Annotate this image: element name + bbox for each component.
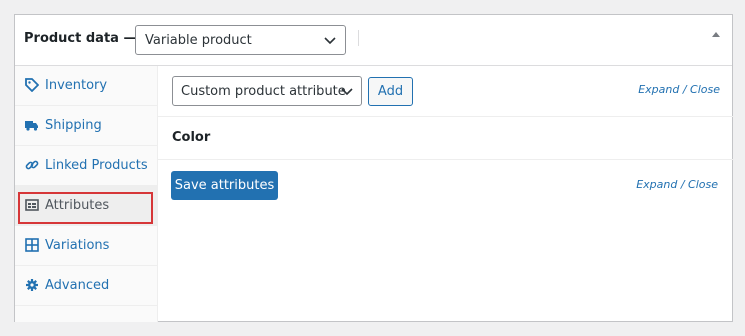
link-icon bbox=[25, 160, 39, 170]
expand-close-link-bottom[interactable]: Expand / Close bbox=[636, 178, 718, 191]
tab-variations[interactable]: Variations bbox=[15, 226, 157, 266]
list-view-icon bbox=[25, 199, 39, 211]
save-attributes-button[interactable]: Save attributes bbox=[171, 171, 278, 200]
tab-inventory[interactable]: Inventory bbox=[15, 66, 157, 106]
attributes-toolbar: Custom product attribute Add Expand / Cl… bbox=[158, 66, 734, 117]
tag-icon bbox=[25, 78, 39, 92]
collapse-arrow-icon[interactable] bbox=[712, 32, 720, 37]
tab-label: Advanced bbox=[45, 278, 110, 293]
tab-label: Shipping bbox=[45, 118, 102, 133]
attribute-type-select[interactable]: Custom product attribute bbox=[172, 76, 362, 106]
tab-label: Linked Products bbox=[45, 158, 148, 173]
expand-close-link[interactable]: Expand / Close bbox=[638, 83, 720, 96]
grid-icon bbox=[25, 238, 39, 252]
product-data-panel: Product data — Variable product Inventor… bbox=[14, 14, 734, 322]
attribute-name: Color bbox=[172, 130, 211, 145]
header-divider bbox=[358, 30, 359, 46]
product-data-tabs: Inventory Shipping Linked Products Attri… bbox=[15, 66, 158, 322]
chevron-down-icon bbox=[324, 37, 336, 45]
chevron-down-icon bbox=[341, 88, 353, 96]
tab-linked-products[interactable]: Linked Products bbox=[15, 146, 157, 186]
truck-icon bbox=[25, 121, 38, 131]
product-type-select[interactable]: Variable product bbox=[135, 25, 346, 55]
product-type-value: Variable product bbox=[145, 33, 252, 48]
tab-advanced[interactable]: Advanced bbox=[15, 266, 157, 306]
attribute-type-value: Custom product attribute bbox=[181, 84, 346, 99]
tab-attributes[interactable]: Attributes bbox=[15, 186, 157, 226]
panel-title: Product data — bbox=[24, 31, 137, 46]
gear-icon bbox=[26, 279, 38, 291]
tab-label: Inventory bbox=[45, 78, 108, 93]
attribute-row[interactable]: Color bbox=[158, 117, 734, 160]
tab-label: Variations bbox=[45, 238, 110, 253]
panel-header: Product data — Variable product bbox=[15, 15, 732, 66]
add-attribute-button[interactable]: Add bbox=[368, 77, 413, 106]
tab-shipping[interactable]: Shipping bbox=[15, 106, 157, 146]
tab-label: Attributes bbox=[45, 198, 110, 213]
